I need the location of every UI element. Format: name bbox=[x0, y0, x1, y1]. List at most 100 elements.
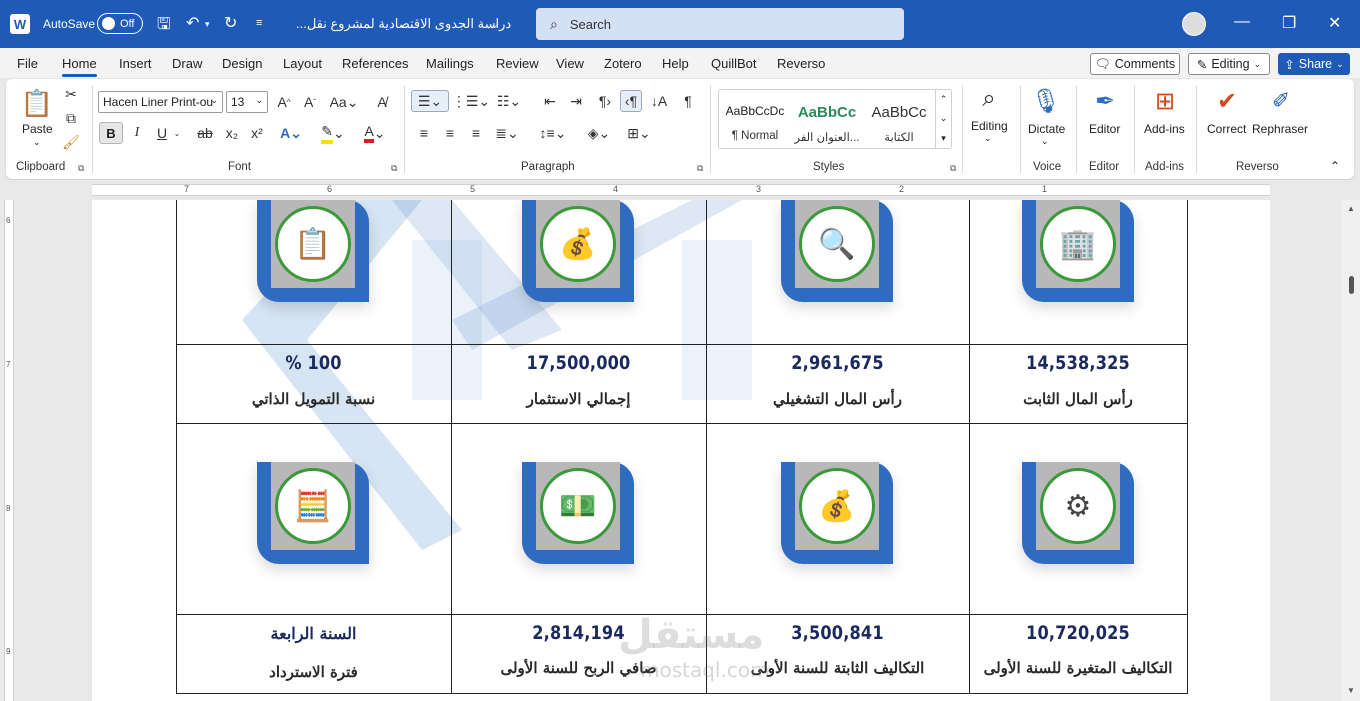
superscript-icon[interactable]: x² bbox=[247, 124, 267, 142]
font-size-combo[interactable]: 13 ⌄ bbox=[226, 91, 268, 113]
vertical-ruler[interactable]: 6 7 8 9 bbox=[0, 200, 16, 701]
tab-home[interactable]: Home bbox=[62, 56, 97, 77]
close-icon[interactable]: ✕ bbox=[1328, 13, 1341, 33]
chevron-up-icon[interactable]: ⌃ bbox=[940, 94, 948, 105]
bold-button[interactable]: B bbox=[99, 122, 123, 144]
search-box[interactable]: ⌕ Search bbox=[536, 8, 904, 40]
strikethrough-icon[interactable]: ab bbox=[195, 124, 215, 142]
document-title[interactable]: دراسة الجدوى الاقتصادية لمشروع نقل... bbox=[296, 16, 511, 32]
tab-design[interactable]: Design bbox=[222, 56, 262, 71]
shading-icon[interactable]: ◈⌄ bbox=[582, 123, 616, 143]
align-center-icon[interactable]: ≡ bbox=[440, 123, 460, 143]
user-avatar[interactable] bbox=[1182, 12, 1206, 36]
underline-button[interactable]: U bbox=[153, 124, 171, 142]
chevron-down-icon[interactable]: ⌄ bbox=[1041, 136, 1049, 147]
style-subtitle[interactable]: AaBbCc العنوان الفر... bbox=[791, 90, 863, 148]
tab-review[interactable]: Review bbox=[496, 56, 539, 71]
underline-dropdown-icon[interactable]: ⌄ bbox=[172, 124, 182, 142]
tab-draw[interactable]: Draw bbox=[172, 56, 202, 71]
tab-references[interactable]: References bbox=[342, 56, 408, 71]
italic-button[interactable]: I bbox=[128, 124, 146, 142]
subscript-icon[interactable]: x₂ bbox=[222, 124, 242, 142]
borders-icon[interactable]: ⊞⌄ bbox=[622, 123, 656, 143]
clipboard-launcher-icon[interactable]: ⧉ bbox=[78, 163, 84, 174]
comments-button[interactable]: 🗨 Comments bbox=[1090, 53, 1180, 75]
font-color-icon[interactable]: A ⌄ bbox=[358, 123, 392, 143]
bullets-icon[interactable]: ☰⌄ bbox=[411, 90, 449, 112]
minimize-icon[interactable]: — bbox=[1234, 13, 1250, 31]
tab-insert[interactable]: Insert bbox=[119, 56, 152, 71]
scroll-thumb[interactable] bbox=[1349, 276, 1354, 294]
font-launcher-icon[interactable]: ⧉ bbox=[391, 163, 397, 174]
font-name-combo[interactable]: Hacen Liner Print-ou ⌄ bbox=[98, 91, 223, 113]
title-dropdown-icon[interactable]: ⌄ bbox=[490, 18, 499, 31]
autosave-toggle[interactable]: Off bbox=[97, 13, 143, 34]
paste-dropdown-icon[interactable]: ⌄ bbox=[33, 137, 41, 148]
addins-label[interactable]: Add-ins bbox=[1144, 122, 1185, 136]
tab-zotero[interactable]: Zotero bbox=[604, 56, 642, 71]
align-left-icon[interactable]: ≡ bbox=[414, 123, 434, 143]
scroll-down-icon[interactable]: ▼ bbox=[1347, 686, 1355, 695]
editing-label[interactable]: Editing bbox=[971, 119, 1008, 133]
tab-quillbot[interactable]: QuillBot bbox=[711, 56, 757, 71]
line-spacing-icon[interactable]: ↕≡⌄ bbox=[536, 123, 570, 143]
undo-icon[interactable]: ↶ bbox=[186, 13, 199, 33]
vertical-scrollbar[interactable]: ▲ ▼ bbox=[1342, 200, 1360, 701]
tab-layout[interactable]: Layout bbox=[283, 56, 322, 71]
tab-view[interactable]: View bbox=[556, 56, 584, 71]
change-case-icon[interactable]: Aa⌄ bbox=[330, 92, 359, 112]
undo-dropdown-icon[interactable]: ▾ bbox=[205, 19, 210, 30]
editor-label[interactable]: Editor bbox=[1089, 122, 1120, 136]
highlight-color-icon[interactable]: ✎ ⌄ bbox=[316, 123, 350, 144]
rephraser-icon[interactable]: ✐ bbox=[1266, 86, 1296, 116]
restore-icon[interactable]: ❐ bbox=[1282, 13, 1296, 33]
styles-scroll[interactable]: ⌃ ⌄ ▾ bbox=[935, 90, 951, 148]
tab-reverso[interactable]: Reverso bbox=[777, 56, 825, 71]
chevron-down-icon[interactable]: ⌄ bbox=[940, 113, 948, 124]
save-icon[interactable]: 🖫 bbox=[157, 13, 171, 40]
tab-mailings[interactable]: Mailings bbox=[426, 56, 474, 71]
sort-icon[interactable]: ↓A bbox=[648, 90, 670, 112]
editing-mode-button[interactable]: ✎ Editing ⌄ bbox=[1188, 53, 1270, 75]
collapse-ribbon-icon[interactable]: ⌃ bbox=[1330, 159, 1340, 173]
align-right-icon[interactable]: ≡ bbox=[466, 123, 486, 143]
increase-indent-icon[interactable]: ⇥ bbox=[566, 90, 586, 112]
paste-icon[interactable]: 📋 bbox=[21, 86, 53, 120]
editor-pen-icon[interactable]: ✒ bbox=[1090, 84, 1120, 118]
paragraph-launcher-icon[interactable]: ⧉ bbox=[697, 163, 703, 174]
format-painter-icon[interactable]: 🖌 bbox=[62, 134, 80, 150]
more-styles-icon[interactable]: ▾ bbox=[941, 133, 946, 144]
customize-qat-icon[interactable]: ≡ bbox=[256, 17, 262, 29]
horizontal-ruler[interactable]: 7 6 5 4 3 2 1 bbox=[0, 180, 1360, 200]
redo-icon[interactable]: ↻ bbox=[224, 13, 237, 33]
numbering-icon[interactable]: ⋮☰⌄ bbox=[452, 90, 490, 112]
text-effects-icon[interactable]: A⌄ bbox=[276, 123, 306, 143]
decrease-indent-icon[interactable]: ⇤ bbox=[540, 90, 560, 112]
share-button[interactable]: ⇪ Share ⌄ bbox=[1278, 53, 1350, 75]
correct-check-icon[interactable]: ✔ bbox=[1212, 86, 1242, 116]
addins-grid-icon[interactable]: ⊞ bbox=[1150, 86, 1180, 116]
copy-icon[interactable]: ⧉ bbox=[63, 110, 79, 126]
styles-launcher-icon[interactable]: ⧉ bbox=[950, 163, 956, 174]
microphone-icon[interactable]: 🎙 bbox=[1031, 84, 1061, 118]
ltr-direction-icon[interactable]: ¶› bbox=[596, 90, 614, 112]
scroll-up-icon[interactable]: ▲ bbox=[1347, 204, 1355, 213]
rtl-direction-icon[interactable]: ‹¶ bbox=[620, 90, 642, 112]
correct-label[interactable]: Correct bbox=[1207, 122, 1246, 136]
style-normal[interactable]: AaBbCcDc ¶ Normal bbox=[719, 90, 791, 148]
show-marks-icon[interactable]: ¶ bbox=[678, 90, 698, 112]
style-writing[interactable]: AaBbCc الكتابة bbox=[863, 90, 935, 148]
rephraser-label[interactable]: Rephraser bbox=[1252, 122, 1308, 136]
dictate-label[interactable]: Dictate bbox=[1028, 122, 1065, 136]
shrink-font-icon[interactable]: Aˇ bbox=[300, 92, 320, 112]
cut-icon[interactable]: ✂ bbox=[63, 86, 79, 102]
tab-file[interactable]: File bbox=[17, 56, 38, 71]
chevron-down-icon[interactable]: ⌄ bbox=[984, 133, 992, 144]
grow-font-icon[interactable]: A ^ bbox=[274, 92, 294, 112]
clear-formatting-icon[interactable]: A̸ bbox=[372, 92, 392, 112]
multilevel-list-icon[interactable]: ☷⌄ bbox=[492, 90, 526, 112]
paste-label[interactable]: Paste bbox=[22, 122, 53, 136]
find-icon[interactable]: ⌕ bbox=[974, 84, 1004, 114]
justify-icon[interactable]: ≣⌄ bbox=[490, 123, 524, 143]
tab-help[interactable]: Help bbox=[662, 56, 689, 71]
